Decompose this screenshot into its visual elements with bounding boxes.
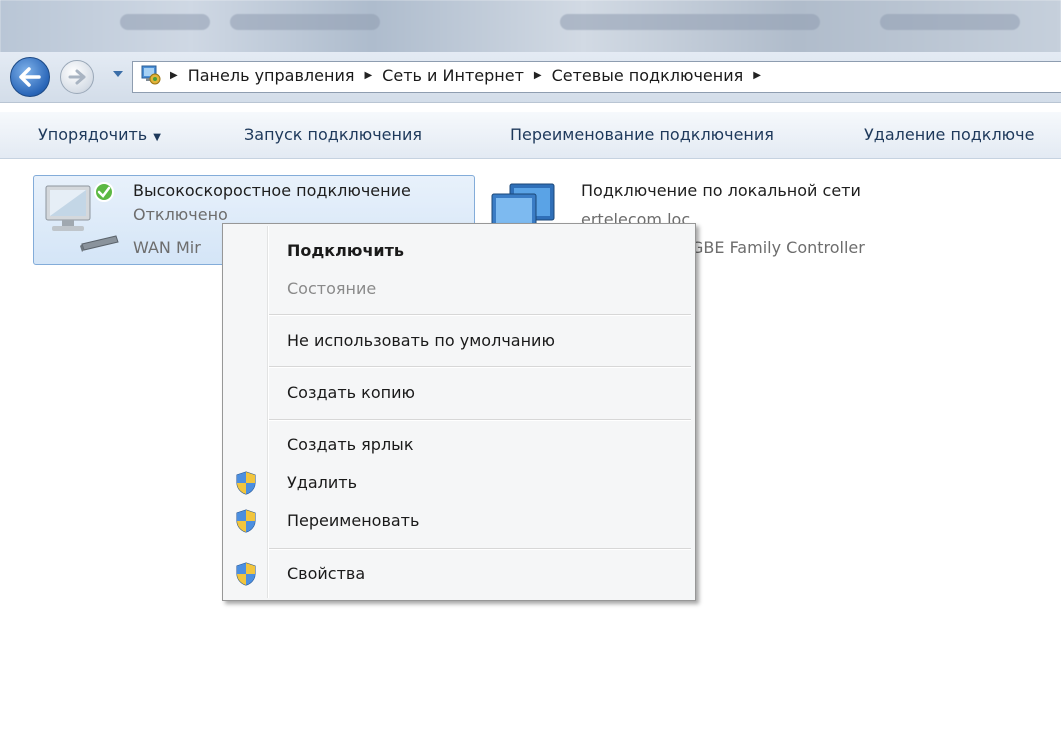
breadcrumb: ▶ Панель управления ▶ Сеть и Интернет ▶ … xyxy=(170,66,771,85)
rename-connection-button[interactable]: Переименование подключения xyxy=(510,125,774,144)
broadband-connection-icon xyxy=(45,182,119,252)
breadcrumb-network-internet[interactable]: Сеть и Интернет xyxy=(382,66,524,85)
context-menu: Подключить Состояние Не использовать по … xyxy=(222,223,696,601)
delete-connection-button[interactable]: Удаление подключе xyxy=(864,125,1034,144)
breadcrumb-separator-icon[interactable]: ▶ xyxy=(753,70,761,81)
control-panel-icon xyxy=(141,65,161,85)
uac-shield-icon xyxy=(236,509,256,533)
breadcrumb-separator-icon[interactable]: ▶ xyxy=(170,70,178,81)
menu-separator xyxy=(269,419,691,421)
menu-item-set-not-default[interactable]: Не использовать по умолчанию xyxy=(287,331,555,350)
recent-pages-dropdown-icon[interactable] xyxy=(112,69,124,79)
menu-separator xyxy=(269,548,691,550)
start-connection-button[interactable]: Запуск подключения xyxy=(244,125,422,144)
chevron-down-icon: ▼ xyxy=(153,132,161,143)
blurred-title-fragment xyxy=(880,14,1020,30)
window-title-bar xyxy=(0,0,1061,56)
menu-separator xyxy=(269,314,691,316)
blurred-title-fragment xyxy=(230,14,380,30)
connection-device: GBE Family Controller xyxy=(691,238,865,257)
blurred-title-fragment xyxy=(560,14,820,30)
menu-item-properties[interactable]: Свойства xyxy=(287,564,365,583)
menu-item-create-copy[interactable]: Создать копию xyxy=(287,383,415,402)
back-arrow-icon xyxy=(19,67,41,87)
connection-name: Высокоскоростное подключение xyxy=(133,181,411,200)
menu-separator xyxy=(269,366,691,368)
connection-device: WAN Mir xyxy=(133,238,201,257)
blurred-title-fragment xyxy=(120,14,210,30)
menu-item-rename[interactable]: Переименовать xyxy=(287,511,419,530)
connection-status: Отключено xyxy=(133,205,228,224)
breadcrumb-separator-icon[interactable]: ▶ xyxy=(364,70,372,81)
menu-item-status: Состояние xyxy=(287,279,377,298)
forward-button[interactable] xyxy=(60,60,94,94)
uac-shield-icon xyxy=(236,471,256,495)
menu-icon-gutter xyxy=(267,226,269,598)
breadcrumb-control-panel[interactable]: Панель управления xyxy=(188,66,355,85)
uac-shield-icon xyxy=(236,562,256,586)
organize-menu-button[interactable]: Упорядочить ▼ xyxy=(38,125,161,144)
breadcrumb-separator-icon[interactable]: ▶ xyxy=(534,70,542,81)
forward-arrow-icon xyxy=(68,69,86,85)
organize-label: Упорядочить xyxy=(38,125,148,144)
menu-item-connect[interactable]: Подключить xyxy=(287,241,404,260)
breadcrumb-network-connections[interactable]: Сетевые подключения xyxy=(552,66,744,85)
menu-item-create-shortcut[interactable]: Создать ярлык xyxy=(287,435,413,454)
connection-name: Подключение по локальной сети xyxy=(581,181,861,200)
menu-item-delete[interactable]: Удалить xyxy=(287,473,357,492)
back-button[interactable] xyxy=(10,57,50,97)
